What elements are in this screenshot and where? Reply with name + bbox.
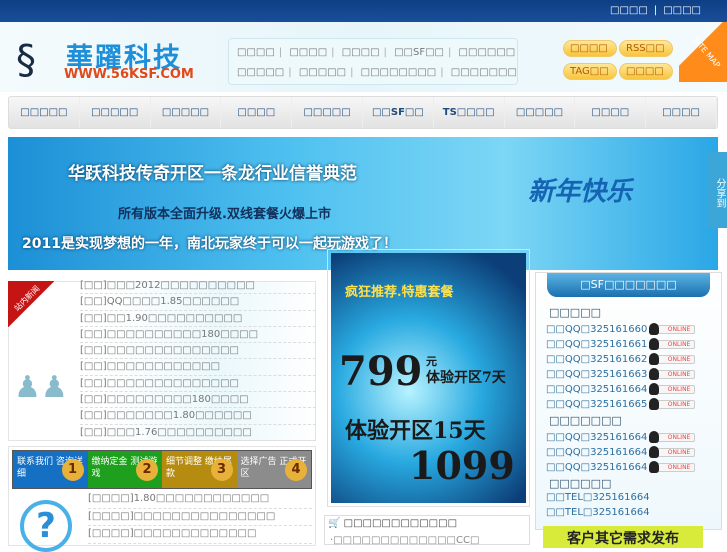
qq-contact[interactable]: □□QQ□325161662 ONLINE: [546, 352, 696, 365]
faq-list: [□□□□]1.80□□□□□□□□□□□□ [□□□□]□□□□□□□□□□□…: [88, 491, 312, 544]
qq-online-icon[interactable]: ONLINE: [649, 352, 696, 365]
qq-contact[interactable]: □□QQ□325161660 ONLINE: [546, 322, 696, 335]
faq-item[interactable]: [□□□□]□□□□□□□□□□□□□□□: [88, 509, 312, 526]
quick-link[interactable]: □□□□□□: [459, 47, 516, 58]
news-item[interactable]: [□□]□□□1.76□□□□□□□□□□: [80, 425, 316, 441]
banner-headline: 华跃科技传奇开区一条龙行业信誉典范: [68, 164, 357, 184]
news-item[interactable]: [□□]□□□□□□□□□□□□□□: [80, 376, 316, 393]
quick-links: □□□□ | □□□□ | □□□□ | □□SF□□ | □□□□□□ □□□□□ | …: [228, 38, 518, 85]
header-button[interactable]: □□□□: [563, 40, 617, 57]
contact-panel-title: □SF□□□□□□□: [547, 273, 710, 297]
qq-online-icon[interactable]: ONLINE: [649, 322, 696, 335]
nav-item[interactable]: □□□□□: [292, 97, 363, 128]
news-list: [□□]□□□2012□□□□□□□□□□ [□□]QQ□□□□1.85□□□□…: [80, 278, 316, 441]
nav-item[interactable]: □□□□: [575, 97, 647, 128]
nav-item[interactable]: □□□□□: [9, 97, 80, 128]
main-nav: □□□□□ □□□□□ □□□□□ □□□□ □□□□□ □□SF□□ TS□□…: [8, 96, 718, 129]
news-item[interactable]: [□□]□□□□□□□□□□□□□□: [80, 343, 316, 360]
promo-ad[interactable]: 疯狂推荐.特惠套餐 799 元 体验开区7天 体验开区15天 1099: [327, 249, 530, 507]
qq-contact[interactable]: □□QQ□325161664 ONLINE: [546, 430, 696, 443]
step-3[interactable]: 细节调整 缴纳尾款 3: [162, 451, 237, 488]
banner-new-year-badge: 新年快乐: [528, 177, 633, 207]
qq-online-icon[interactable]: ONLINE: [649, 430, 696, 443]
ad-desc-1: 体验开区7天: [426, 370, 506, 386]
qq-online-icon[interactable]: ONLINE: [649, 367, 696, 380]
contact-section-title: □□□□□: [549, 306, 601, 319]
nav-item[interactable]: □□□□□: [151, 97, 222, 128]
qq-contact[interactable]: □□QQ□325161664 ONLINE: [546, 382, 696, 395]
logo-url: WWW.56KSF.COM: [64, 67, 194, 82]
top-links: □□□□ | □□□□: [610, 5, 701, 16]
step-4[interactable]: 选择广告 正式开区 4: [236, 451, 311, 488]
rss-button[interactable]: RSS□□: [619, 40, 673, 57]
process-steps: 联系我们 咨询详细 1 缴纳定金 测试游戏 2 细节调整 缴纳尾款 3 选择广告 正式…: [12, 450, 312, 489]
tag-button[interactable]: TAG□□: [563, 63, 617, 80]
top-link[interactable]: □□□□: [610, 5, 648, 16]
news-item[interactable]: [□□]□□1.90□□□□□□□□□□: [80, 311, 316, 327]
nav-item[interactable]: □□□□□: [80, 97, 151, 128]
ad-desc-2: 体验开区15天: [345, 418, 486, 444]
quick-link[interactable]: □□□□: [342, 47, 380, 58]
quick-link[interactable]: □□□□□: [299, 67, 346, 78]
qq-contact[interactable]: □□QQ□325161664 ONLINE: [546, 445, 696, 458]
step-2[interactable]: 缴纳定金 测试游戏 2: [87, 451, 162, 488]
ad-price-1: 799: [339, 348, 423, 395]
qq-contact[interactable]: □□QQ□325161663 ONLINE: [546, 367, 696, 380]
faq-item[interactable]: [□□□□]□□□□□□□□□□□□□: [88, 526, 312, 544]
news-item[interactable]: [□□]QQ□□□□1.85□□□□□□: [80, 294, 316, 311]
news-item[interactable]: [□□]□□□□□□□□□180□□□□: [80, 392, 316, 409]
ad-title: 疯狂推荐.特惠套餐: [345, 285, 454, 300]
news-item[interactable]: [□□]□□□□□□□1.80□□□□□□: [80, 408, 316, 425]
qq-contact[interactable]: □□QQ□325161661 ONLINE: [546, 337, 696, 350]
question-mark-icon: ?: [20, 500, 72, 552]
top-link[interactable]: □□□□: [663, 5, 701, 16]
nav-item[interactable]: □□□□: [221, 97, 293, 128]
people-icon: ♟♟: [14, 370, 68, 405]
promo-ad-image: 疯狂推荐.特惠套餐 799 元 体验开区7天 体验开区15天 1099: [331, 253, 526, 503]
shop-item[interactable]: ·□□□□□□□□□□□□□CC□: [330, 535, 479, 546]
step-number: 1: [61, 459, 84, 481]
news-item[interactable]: [□□]□□□□□□□□□□□□: [80, 359, 316, 376]
qq-contact[interactable]: □□QQ□325161665 ONLINE: [546, 397, 696, 410]
news-item[interactable]: [□□]□□□2012□□□□□□□□□□: [80, 278, 316, 295]
shop-title: 🛒 □□□□□□□□□□□□: [328, 518, 457, 529]
qq-contact[interactable]: □□QQ□325161664 ONLINE: [546, 460, 696, 473]
quick-link[interactable]: □□□□□□□: [451, 67, 517, 78]
quick-link[interactable]: □□□□: [289, 47, 327, 58]
shop-title-text: □□□□□□□□□□□□: [343, 518, 458, 529]
contact-section-title: □□□□□□: [549, 477, 612, 490]
qq-online-icon[interactable]: ONLINE: [649, 337, 696, 350]
ad-price-2: 1099: [409, 443, 515, 488]
nav-item[interactable]: □□□□: [646, 97, 717, 128]
cart-icon: 🛒: [328, 518, 341, 529]
tel-contact: □□TEL□325161664: [546, 492, 650, 503]
quick-link[interactable]: □□□□□□□□: [361, 67, 437, 78]
qq-online-icon[interactable]: ONLINE: [649, 397, 696, 410]
nav-item[interactable]: □□□□□: [505, 97, 576, 128]
banner-subline: 所有版本全面升级.双线套餐火爆上市: [118, 207, 331, 222]
qq-online-icon[interactable]: ONLINE: [649, 460, 696, 473]
step-1[interactable]: 联系我们 咨询详细 1: [13, 451, 88, 488]
qq-online-icon[interactable]: ONLINE: [649, 445, 696, 458]
news-badge-label: 站内新闻: [12, 284, 42, 313]
nav-item[interactable]: TS□□□□: [434, 97, 505, 128]
quick-link[interactable]: □□SF□□: [394, 47, 444, 58]
share-button[interactable]: 分享到: [707, 152, 727, 228]
news-badge: 站内新闻: [8, 281, 54, 327]
tel-contact: □□TEL□325161664: [546, 507, 650, 518]
step-number: 3: [210, 459, 233, 481]
qq-online-icon[interactable]: ONLINE: [649, 382, 696, 395]
dragon-logo-icon: §: [16, 37, 36, 83]
contact-section-title: □□□□□□□: [549, 414, 622, 427]
news-item[interactable]: [□□]□□□□□□□□□□180□□□□: [80, 327, 316, 344]
step-number: 2: [136, 459, 158, 481]
nav-item[interactable]: □□SF□□: [363, 97, 434, 128]
header-button[interactable]: □□□□: [619, 63, 673, 80]
quick-link[interactable]: □□□□□: [237, 67, 284, 78]
site-map-ribbon[interactable]: SITE MAP: [679, 22, 727, 82]
quick-link[interactable]: □□□□: [237, 47, 275, 58]
faq-item[interactable]: [□□□□]1.80□□□□□□□□□□□□: [88, 491, 312, 509]
site-map-label: SITE MAP: [691, 35, 722, 70]
step-number: 4: [285, 459, 307, 481]
